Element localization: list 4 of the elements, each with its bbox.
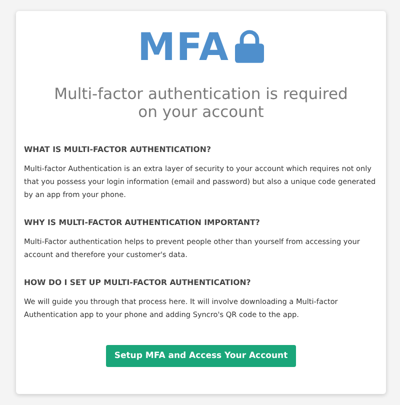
lock-icon bbox=[235, 30, 264, 63]
setup-button[interactable]: Setup MFA and Access Your Account bbox=[106, 345, 296, 367]
logo-text: MFA bbox=[138, 29, 230, 65]
page-title: Multi-factor authentication is required on your account bbox=[54, 85, 348, 121]
